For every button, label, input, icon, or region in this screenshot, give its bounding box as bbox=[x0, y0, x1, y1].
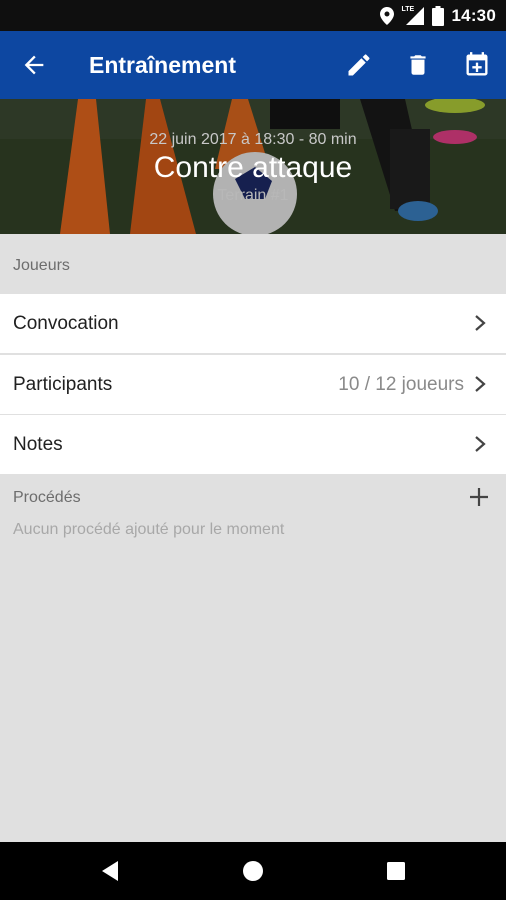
players-section-header: Joueurs bbox=[0, 234, 506, 294]
session-header: 22 juin 2017 à 18:30 - 80 min Contre att… bbox=[0, 99, 506, 234]
page-title: Entraînement bbox=[89, 52, 236, 78]
notes-row[interactable]: Notes bbox=[0, 415, 506, 474]
delete-button[interactable] bbox=[403, 50, 433, 80]
chevron-right-icon bbox=[475, 436, 486, 452]
add-procedure-icon[interactable] bbox=[468, 486, 490, 508]
row-label: Participants bbox=[13, 374, 113, 395]
participants-count: 10 / 12 joueurs bbox=[338, 374, 464, 395]
battery-icon bbox=[431, 5, 444, 26]
add-to-calendar-button[interactable] bbox=[462, 50, 492, 80]
app-bar: Entraînement bbox=[0, 31, 506, 99]
chevron-right-icon bbox=[475, 315, 486, 331]
home-circle-icon bbox=[243, 861, 263, 881]
players-section-label: Joueurs bbox=[13, 257, 70, 274]
row-label: Notes bbox=[13, 434, 63, 455]
chevron-right-icon bbox=[475, 376, 486, 392]
lte-signal-icon: LTE bbox=[402, 6, 424, 25]
procedures-empty-text: Aucun procédé ajouté pour le moment bbox=[13, 521, 285, 538]
edit-icon bbox=[348, 54, 370, 76]
status-bar: LTE 14:30 bbox=[0, 0, 506, 31]
calendar-add-icon bbox=[466, 52, 488, 76]
status-time: 14:30 bbox=[451, 5, 496, 25]
delete-icon bbox=[410, 55, 426, 75]
divider bbox=[0, 353, 506, 354]
session-field: Terrain #1 bbox=[217, 187, 289, 204]
edit-button[interactable] bbox=[344, 50, 374, 80]
session-date: 22 juin 2017 à 18:30 - 80 min bbox=[149, 131, 357, 148]
participants-row[interactable]: Participants 10 / 12 joueurs bbox=[0, 355, 506, 414]
procedures-section-label: Procédés bbox=[13, 489, 81, 506]
row-label: Convocation bbox=[13, 313, 119, 334]
back-triangle-icon bbox=[102, 861, 118, 881]
system-nav-bar bbox=[0, 842, 506, 900]
recents-square-icon bbox=[387, 862, 405, 880]
session-name: Contre attaque bbox=[153, 151, 353, 184]
nav-recents-button[interactable] bbox=[384, 859, 408, 883]
back-button[interactable] bbox=[20, 51, 48, 79]
convocation-row[interactable]: Convocation bbox=[0, 294, 506, 353]
nav-home-button[interactable] bbox=[241, 859, 265, 883]
location-icon bbox=[379, 6, 394, 25]
procedures-section: Procédés Aucun procédé ajouté pour le mo… bbox=[0, 474, 506, 554]
back-arrow-icon bbox=[24, 55, 44, 75]
nav-back-button[interactable] bbox=[98, 859, 122, 883]
